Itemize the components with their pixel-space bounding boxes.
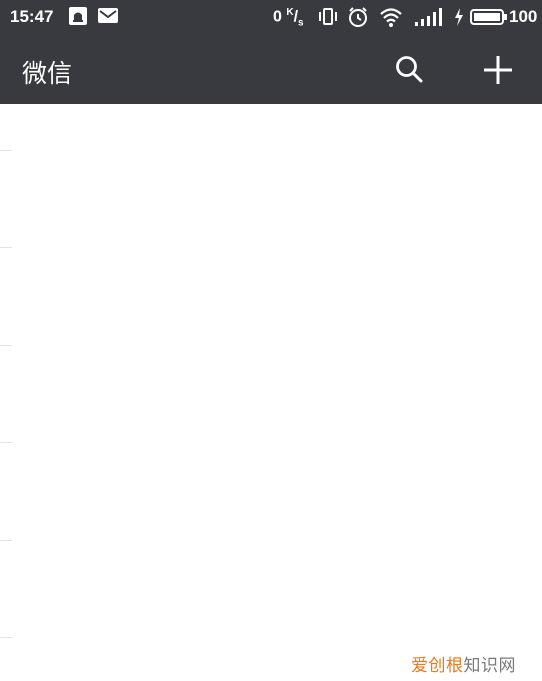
list-divider (0, 247, 12, 248)
battery-percent: 100 (509, 7, 538, 26)
list-divider (0, 150, 12, 151)
network-speed: 0 K/s (273, 7, 304, 29)
status-time: 15:47 (10, 7, 54, 26)
notification-icon (69, 7, 87, 25)
page-title: 微信 (22, 59, 73, 88)
mail-icon (98, 8, 118, 23)
list-divider (0, 345, 12, 346)
vibrate-icon (319, 8, 337, 25)
battery-icon (470, 9, 507, 25)
alarm-icon (349, 7, 367, 27)
chat-list (0, 104, 542, 681)
add-icon[interactable] (482, 54, 514, 86)
search-icon[interactable] (394, 54, 424, 84)
watermark: 爱创根知识网 (411, 656, 516, 676)
top-bar: 15:47 0 K/s 100 微信 (0, 0, 542, 104)
list-divider (0, 637, 12, 638)
app-bar: 微信 (0, 36, 542, 104)
charging-icon (455, 8, 463, 26)
signal-icon (415, 8, 442, 26)
wifi-icon (380, 8, 402, 27)
status-bar: 15:47 0 K/s 100 (0, 0, 542, 36)
list-divider (0, 540, 12, 541)
list-divider (0, 442, 12, 443)
